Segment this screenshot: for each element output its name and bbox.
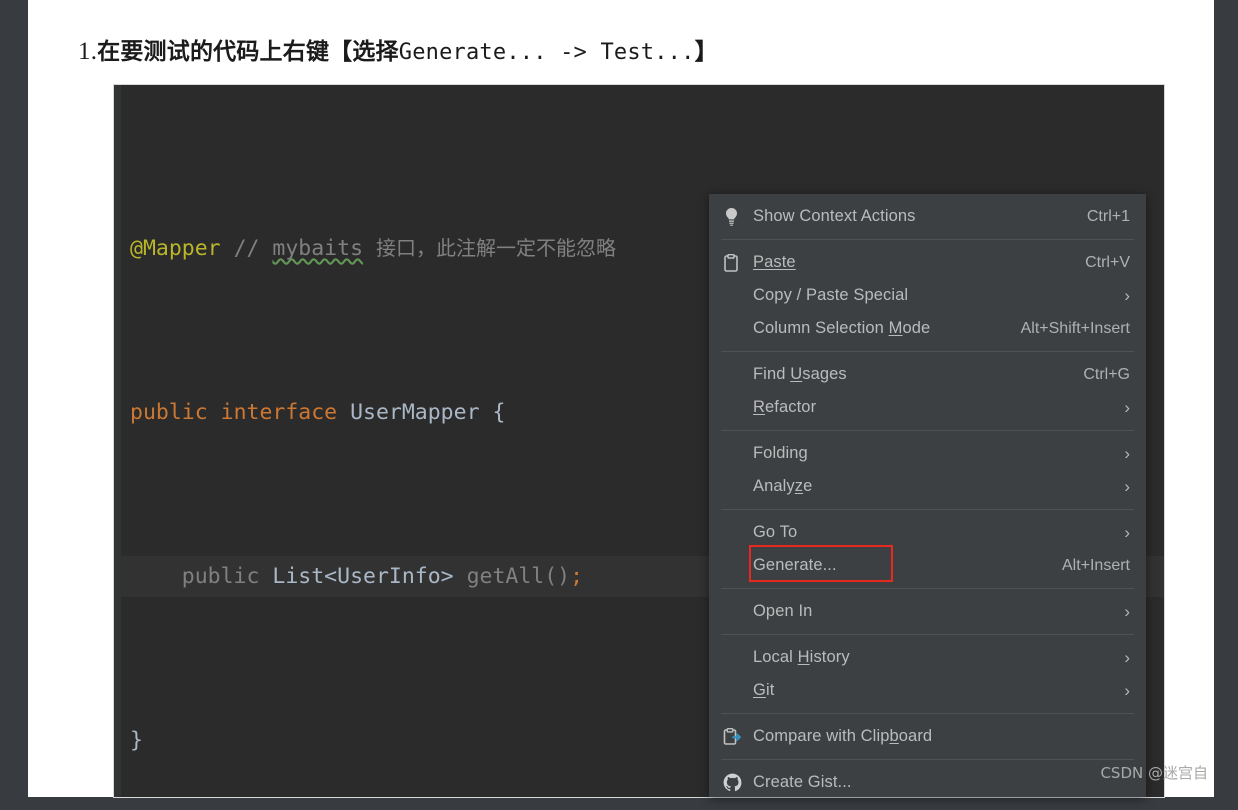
menu-item-create-gist[interactable]: Create Gist... <box>709 766 1146 799</box>
menu-item-label: Compare with Clipboard <box>753 727 933 745</box>
no-icon <box>723 444 753 464</box>
compare-clipboard-icon <box>723 727 753 747</box>
menu-item-label: Refactor <box>753 398 817 416</box>
clipboard-icon <box>723 253 753 273</box>
menu-item-local-history[interactable]: Local History › <box>709 641 1146 674</box>
menu-item-accelerator: Ctrl+V <box>1085 253 1130 271</box>
no-icon <box>723 477 753 497</box>
menu-separator <box>721 588 1134 589</box>
no-icon <box>723 319 753 339</box>
heading-chinese-lead: 在要测试的代码上右键 <box>97 39 330 65</box>
comment-misspelled-word: mybaits <box>272 236 364 261</box>
menu-item-find-usages[interactable]: Find Usages Ctrl+G <box>709 358 1146 391</box>
menu-item-refactor[interactable]: Refactor › <box>709 391 1146 424</box>
menu-item-label: Folding <box>753 444 808 462</box>
keyword-interface: interface <box>220 400 338 425</box>
no-icon <box>723 681 753 701</box>
menu-item-generate[interactable]: Generate... Alt+Insert <box>709 549 1146 582</box>
chevron-right-icon: › <box>1124 286 1130 305</box>
return-type-list: List<UserInfo> <box>272 564 454 589</box>
no-icon <box>723 286 753 306</box>
annotation-token: @Mapper <box>130 236 221 261</box>
chevron-right-icon: › <box>1124 681 1130 700</box>
chevron-right-icon: › <box>1124 648 1130 667</box>
menu-item-label: Find Usages <box>753 365 847 383</box>
chevron-right-icon: › <box>1124 477 1130 496</box>
menu-item-label: Analyze <box>753 477 813 495</box>
menu-item-label: Go To <box>753 523 798 541</box>
chevron-right-icon: › <box>1124 602 1130 621</box>
screenshot-root: 1.在要测试的代码上右键【选择Generate... -> Test...】 @… <box>0 0 1238 810</box>
menu-item-label: Paste <box>753 253 1067 272</box>
menu-item-accelerator: Alt+Insert <box>1061 556 1130 574</box>
menu-item-compare-with-clipboard[interactable]: Compare with Clipboard <box>709 720 1146 753</box>
comment-chinese-text: 接口，此注解一定不能忽略 <box>375 236 616 260</box>
semicolon: ; <box>570 564 584 589</box>
github-icon <box>723 773 753 793</box>
menu-item-accelerator: Ctrl+1 <box>1086 207 1130 225</box>
menu-separator <box>721 351 1134 352</box>
menu-item-paste[interactable]: Paste Ctrl+V <box>709 246 1146 279</box>
no-icon <box>723 523 753 543</box>
no-icon <box>723 602 753 622</box>
heading-number: 1. <box>78 38 98 65</box>
no-icon <box>723 398 753 418</box>
menu-item-go-to[interactable]: Go To › <box>709 516 1146 549</box>
menu-separator <box>721 239 1134 240</box>
menu-item-copy-paste-special[interactable]: Copy / Paste Special › <box>709 279 1146 312</box>
menu-item-label: Create Gist... <box>753 773 852 791</box>
menu-item-label: Local History <box>753 648 850 666</box>
menu-item-column-selection-mode[interactable]: Column Selection Mode Alt+Shift+Insert <box>709 312 1146 345</box>
modifier-public-dimmed: public <box>181 564 260 589</box>
comment-slashes: // <box>233 236 260 261</box>
no-icon <box>723 648 753 668</box>
menu-item-analyze[interactable]: Analyze › <box>709 470 1146 503</box>
csdn-watermark: CSDN @迷宫自 <box>1100 764 1208 782</box>
type-name-usermapper: UserMapper <box>350 400 480 425</box>
heading-bracket-open: 【 <box>329 39 353 65</box>
menu-item-accelerator: Ctrl+G <box>1083 365 1130 383</box>
no-icon <box>723 556 753 576</box>
heading-select-word: 选择 <box>352 39 399 65</box>
menu-item-label: Generate... <box>753 556 837 574</box>
menu-separator <box>721 430 1134 431</box>
heading-bracket-close: 】 <box>694 39 718 65</box>
menu-separator <box>721 634 1134 635</box>
heading-mono-text: Generate... -> Test... <box>398 40 695 65</box>
lightbulb-icon <box>723 207 753 227</box>
open-brace: { <box>492 400 506 425</box>
menu-separator <box>721 509 1134 510</box>
close-brace: } <box>130 728 143 753</box>
menu-item-folding[interactable]: Folding › <box>709 437 1146 470</box>
menu-item-label: Open In <box>753 602 813 620</box>
menu-separator <box>721 759 1134 760</box>
editor-gutter <box>114 85 121 797</box>
menu-separator <box>721 713 1134 714</box>
menu-item-label: Copy / Paste Special <box>753 286 909 304</box>
paste-label: Paste <box>753 253 796 271</box>
menu-item-git[interactable]: Git › <box>709 674 1146 707</box>
chevron-right-icon: › <box>1124 398 1130 417</box>
page-title: 1.在要测试的代码上右键【选择Generate... -> Test...】 <box>78 32 718 66</box>
no-icon <box>723 365 753 385</box>
menu-item-label: Show Context Actions <box>753 207 916 225</box>
document-page: 1.在要测试的代码上右键【选择Generate... -> Test...】 @… <box>28 0 1214 797</box>
menu-item-open-in[interactable]: Open In › <box>709 595 1146 628</box>
menu-item-label: Git <box>753 681 775 699</box>
keyword-public: public <box>130 400 208 425</box>
editor-context-menu[interactable]: Show Context Actions Ctrl+1 Paste Ctrl+V… <box>709 194 1146 797</box>
chevron-right-icon: › <box>1124 444 1130 463</box>
menu-item-label: Column Selection Mode <box>753 319 931 337</box>
menu-item-accelerator: Alt+Shift+Insert <box>1020 319 1130 337</box>
chevron-right-icon: › <box>1124 523 1130 542</box>
method-name-getall: getAll() <box>466 564 571 589</box>
menu-item-show-context-actions[interactable]: Show Context Actions Ctrl+1 <box>709 200 1146 233</box>
